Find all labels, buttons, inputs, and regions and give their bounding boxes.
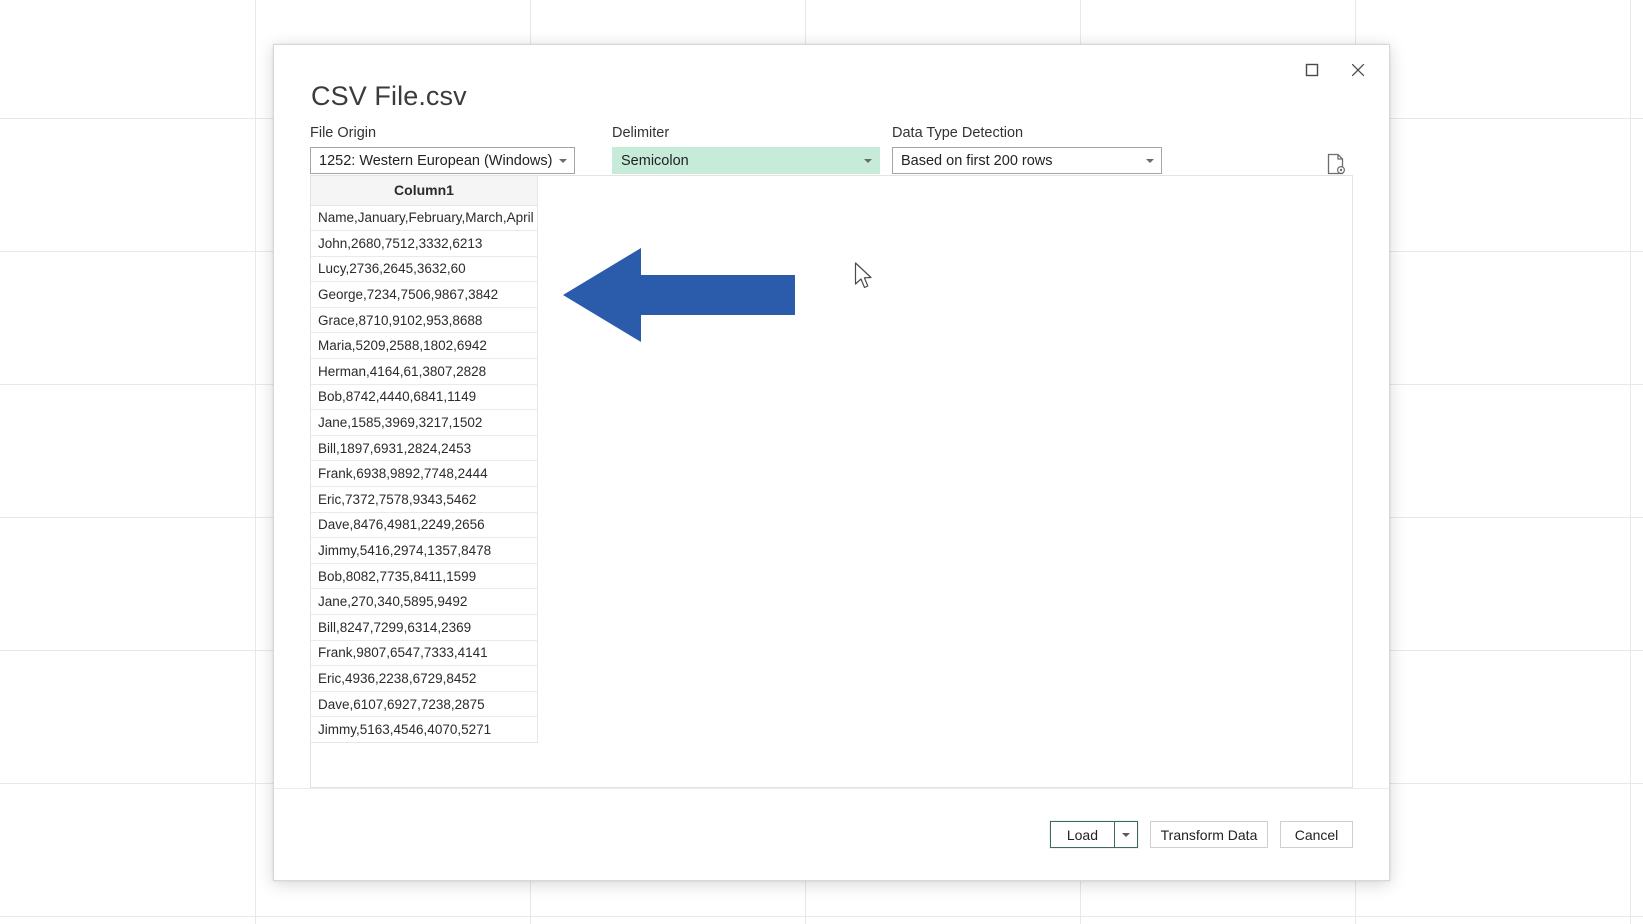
file-origin-label: File Origin	[310, 124, 575, 142]
table-row: Grace,8710,9102,953,8688	[311, 307, 538, 333]
chevron-down-icon	[552, 148, 574, 173]
table-row: Maria,5209,2588,1802,6942	[311, 333, 538, 359]
table-cell: Maria,5209,2588,1802,6942	[311, 333, 538, 359]
csv-import-dialog: CSV File.csv File Origin 1252: Western E…	[273, 44, 1390, 881]
transform-data-button[interactable]: Transform Data	[1150, 821, 1268, 848]
chevron-down-icon	[1139, 148, 1161, 173]
file-origin-group: File Origin 1252: Western European (Wind…	[310, 124, 575, 174]
close-button[interactable]	[1337, 55, 1379, 85]
delimiter-dropdown[interactable]: Semicolon	[612, 147, 880, 174]
table-cell: Eric,7372,7578,9343,5462	[311, 487, 538, 513]
excel-import-screen: CSV File.csv File Origin 1252: Western E…	[0, 0, 1643, 924]
load-dropdown-button[interactable]	[1114, 822, 1137, 847]
column-header-column1[interactable]: Column1	[311, 176, 538, 205]
footer-buttons: Load Transform Data Cancel	[1050, 821, 1353, 848]
data-type-detection-value: Based on first 200 rows	[893, 153, 1139, 169]
table-row: John,2680,7512,3332,6213	[311, 231, 538, 257]
csv-preview-table: Column1 Name,January,February,March,Apri…	[311, 176, 538, 743]
file-origin-value: 1252: Western European (Windows)	[311, 153, 552, 169]
table-cell: Jane,1585,3969,3217,1502	[311, 410, 538, 436]
table-cell: Herman,4164,61,3807,2828	[311, 359, 538, 385]
table-row: Bill,1897,6931,2824,2453	[311, 435, 538, 461]
load-split-button: Load	[1050, 821, 1138, 848]
table-row: Bob,8742,4440,6841,1149	[311, 384, 538, 410]
maximize-icon	[1305, 63, 1319, 77]
titlebar-controls	[1291, 55, 1379, 85]
delimiter-label: Delimiter	[612, 124, 880, 142]
table-row: Eric,7372,7578,9343,5462	[311, 487, 538, 513]
table-cell: Bob,8082,7735,8411,1599	[311, 563, 538, 589]
dialog-title: CSV File.csv	[311, 81, 467, 112]
table-row: George,7234,7506,9867,3842	[311, 282, 538, 308]
table-row: Eric,4936,2238,6729,8452	[311, 666, 538, 692]
delimiter-group: Delimiter Semicolon	[612, 124, 880, 174]
table-row: Dave,8476,4981,2249,2656	[311, 512, 538, 538]
table-cell: Bill,8247,7299,6314,2369	[311, 615, 538, 641]
chevron-down-icon	[857, 148, 879, 173]
table-cell: Eric,4936,2238,6729,8452	[311, 666, 538, 692]
maximize-button[interactable]	[1291, 55, 1333, 85]
table-row: Bob,8082,7735,8411,1599	[311, 563, 538, 589]
table-row: Herman,4164,61,3807,2828	[311, 359, 538, 385]
table-cell: Grace,8710,9102,953,8688	[311, 307, 538, 333]
data-type-detection-label: Data Type Detection	[892, 124, 1162, 142]
table-row: Dave,6107,6927,7238,2875	[311, 691, 538, 717]
table-cell: Bill,1897,6931,2824,2453	[311, 435, 538, 461]
file-settings-icon[interactable]	[1322, 150, 1350, 178]
table-cell: Bob,8742,4440,6841,1149	[311, 384, 538, 410]
table-cell: Dave,8476,4981,2249,2656	[311, 512, 538, 538]
table-cell: John,2680,7512,3332,6213	[311, 231, 538, 257]
table-row: Jimmy,5416,2974,1357,8478	[311, 538, 538, 564]
table-cell: Frank,9807,6547,7333,4141	[311, 640, 538, 666]
table-cell: Lucy,2736,2645,3632,60	[311, 256, 538, 282]
table-row: Jane,270,340,5895,9492	[311, 589, 538, 615]
close-icon	[1350, 62, 1366, 78]
table-row: Bill,8247,7299,6314,2369	[311, 615, 538, 641]
table-row: Jane,1585,3969,3217,1502	[311, 410, 538, 436]
table-cell: Frank,6938,9892,7748,2444	[311, 461, 538, 487]
dialog-footer: Load Transform Data Cancel	[274, 788, 1389, 880]
table-row: Lucy,2736,2645,3632,60	[311, 256, 538, 282]
table-cell: Name,January,February,March,April	[311, 205, 538, 231]
file-settings-glyph	[1326, 153, 1346, 175]
data-type-detection-group: Data Type Detection Based on first 200 r…	[892, 124, 1162, 174]
table-row: Jimmy,5163,4546,4070,5271	[311, 717, 538, 743]
table-cell: Jimmy,5163,4546,4070,5271	[311, 717, 538, 743]
file-origin-dropdown[interactable]: 1252: Western European (Windows)	[310, 147, 575, 174]
table-cell: Jane,270,340,5895,9492	[311, 589, 538, 615]
table-cell: Dave,6107,6927,7238,2875	[311, 691, 538, 717]
table-header-row: Column1	[311, 176, 538, 205]
table-cell: George,7234,7506,9867,3842	[311, 282, 538, 308]
table-row: Frank,6938,9892,7748,2444	[311, 461, 538, 487]
table-row: Frank,9807,6547,7333,4141	[311, 640, 538, 666]
chevron-down-icon	[1122, 833, 1130, 837]
table-cell: Jimmy,5416,2974,1357,8478	[311, 538, 538, 564]
cancel-button[interactable]: Cancel	[1280, 821, 1353, 848]
table-row: Name,January,February,March,April	[311, 205, 538, 231]
csv-preview-pane: Column1 Name,January,February,March,Apri…	[310, 175, 1353, 788]
data-type-detection-dropdown[interactable]: Based on first 200 rows	[892, 147, 1162, 174]
load-button[interactable]: Load	[1051, 822, 1114, 847]
delimiter-value: Semicolon	[613, 153, 857, 169]
